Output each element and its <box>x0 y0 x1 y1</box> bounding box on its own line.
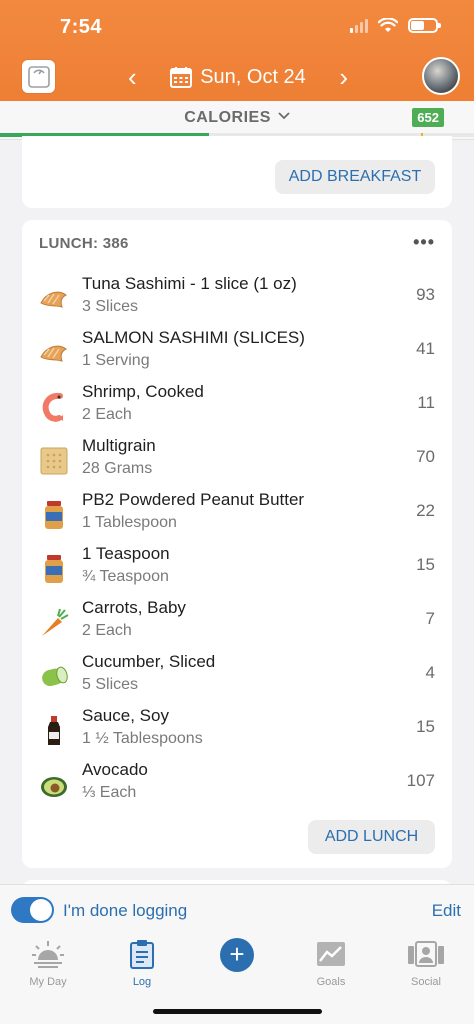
people-icon <box>408 941 444 967</box>
cracker-icon <box>38 445 70 477</box>
food-serving: ⅓ Each <box>82 784 137 801</box>
done-logging-toggle[interactable] <box>11 897 54 923</box>
food-entry-row[interactable]: Multigrain 28 Grams 70 <box>22 435 452 489</box>
add-breakfast-button[interactable]: ADD BREAKFAST <box>275 160 435 194</box>
food-name: PB2 Powdered Peanut Butter <box>82 490 305 509</box>
food-serving: 5 Slices <box>82 676 139 693</box>
clipboard-icon <box>130 940 154 969</box>
tab-label-goals: Goals <box>316 976 346 988</box>
food-serving: 1 ½ Tablespoons <box>82 730 203 747</box>
tab-label-log: Log <box>132 976 152 988</box>
chevron-right-icon[interactable]: › <box>339 64 348 90</box>
food-entry-row[interactable]: PB2 Powdered Peanut Butter 1 Tablespoon 22 <box>22 489 452 543</box>
tab-log[interactable]: Log <box>107 938 177 990</box>
food-entry-row[interactable]: Tuna Sashimi - 1 slice (1 oz) 3 Slices 93 <box>22 273 452 327</box>
calories-remaining-badge: 652 <box>412 108 444 127</box>
date-navigator: ‹ Sun, Oct 24 › <box>128 60 348 94</box>
jar-icon <box>38 553 70 585</box>
food-calories: 4 <box>425 663 435 682</box>
food-serving: 3 Slices <box>82 298 139 315</box>
chart-icon <box>317 942 345 966</box>
tab-social[interactable]: Social <box>391 938 461 990</box>
add-entry-button[interactable]: + <box>220 938 254 972</box>
calendar-icon <box>170 67 193 88</box>
cellular-signal-icon <box>350 18 368 33</box>
edit-button[interactable]: Edit <box>432 901 461 921</box>
date-display[interactable]: Sun, Oct 24 <box>170 66 306 89</box>
status-time: 7:54 <box>60 16 103 38</box>
fish-icon <box>38 283 70 315</box>
more-options-icon[interactable]: ••• <box>413 232 435 253</box>
food-entry-row[interactable]: Shrimp, Cooked 2 Each 11 <box>22 381 452 435</box>
food-calories: 107 <box>406 771 435 790</box>
food-entry-row[interactable]: SALMON SASHIMI (SLICES) 1 Serving 41 <box>22 327 452 381</box>
food-entry-row[interactable]: Avocado ⅓ Each 107 <box>22 759 452 813</box>
wifi-icon <box>378 18 398 32</box>
food-calories: 7 <box>425 609 435 628</box>
plus-icon: + <box>229 939 245 969</box>
food-name: Shrimp, Cooked <box>82 382 204 401</box>
food-serving: ¾ Teaspoon <box>82 568 169 585</box>
chevron-left-icon[interactable]: ‹ <box>128 64 137 90</box>
bottle-icon <box>38 715 70 747</box>
food-serving: 2 Each <box>82 622 132 639</box>
food-name: Avocado <box>82 760 148 779</box>
food-name: SALMON SASHIMI (SLICES) <box>82 328 305 347</box>
tab-my-day[interactable]: My Day <box>13 938 83 990</box>
avocado-icon <box>38 769 70 801</box>
app-header: 7:54 ‹ Sun, Oct 24 › <box>0 0 474 101</box>
lunch-card: LUNCH: 386 ••• Tuna Sashimi - 1 slice (1… <box>22 220 452 868</box>
done-logging-label: I'm done logging <box>63 901 188 920</box>
food-entry-row[interactable]: Cucumber, Sliced 5 Slices 4 <box>22 651 452 705</box>
food-name: Multigrain <box>82 436 156 455</box>
food-calories: 41 <box>416 339 435 358</box>
scale-icon <box>27 65 50 88</box>
food-serving: 2 Each <box>82 406 132 423</box>
calories-selector[interactable]: CALORIES <box>0 109 474 127</box>
food-name: 1 Teaspoon <box>82 544 170 563</box>
chevron-down-icon <box>278 112 290 120</box>
food-name: Sauce, Soy <box>82 706 169 725</box>
lunch-title: LUNCH: 386 <box>39 235 129 252</box>
food-name: Carrots, Baby <box>82 598 186 617</box>
lunch-food-list: Tuna Sashimi - 1 slice (1 oz) 3 Slices 93 S… <box>22 273 452 813</box>
tab-label-my-day: My Day <box>29 976 67 988</box>
food-entry-row[interactable]: Carrots, Baby 2 Each 7 <box>22 597 452 651</box>
food-serving: 1 Serving <box>82 352 150 369</box>
sunrise-icon <box>32 941 64 968</box>
food-calories: 93 <box>416 285 435 304</box>
scale-button[interactable] <box>22 60 55 93</box>
calories-label: CALORIES <box>184 109 271 126</box>
food-entry-row[interactable]: Sauce, Soy 1 ½ Tablespoons 15 <box>22 705 452 759</box>
food-entry-row[interactable]: 1 Teaspoon ¾ Teaspoon 15 <box>22 543 452 597</box>
add-lunch-button[interactable]: ADD LUNCH <box>308 820 435 854</box>
date-label: Sun, Oct 24 <box>200 65 306 88</box>
done-logging-bar: I'm done logging Edit <box>0 884 474 934</box>
tab-goals[interactable]: Goals <box>296 938 366 990</box>
food-calories: 22 <box>416 501 435 520</box>
food-name: Cucumber, Sliced <box>82 652 216 671</box>
avatar[interactable] <box>422 57 460 95</box>
cucumber-icon <box>38 661 70 693</box>
food-calories: 15 <box>416 555 435 574</box>
jar-icon <box>38 499 70 531</box>
battery-icon <box>408 18 441 33</box>
breakfast-card: ADD BREAKFAST <box>22 136 452 208</box>
status-icons <box>350 18 441 33</box>
shrimp-icon <box>38 391 70 423</box>
food-name: Tuna Sashimi - 1 slice (1 oz) <box>82 274 297 293</box>
food-serving: 28 Grams <box>82 460 153 477</box>
fish-icon <box>38 337 70 369</box>
food-calories: 11 <box>417 393 435 412</box>
food-serving: 1 Tablespoon <box>82 514 177 531</box>
home-indicator <box>153 1009 322 1014</box>
food-calories: 15 <box>416 717 435 736</box>
food-calories: 70 <box>416 447 435 466</box>
tab-label-social: Social <box>411 976 441 988</box>
carrot-icon <box>38 607 70 639</box>
